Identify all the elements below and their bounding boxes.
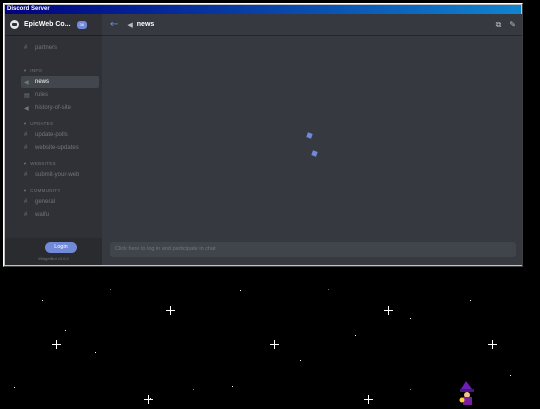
channel-label: website-updates <box>35 145 79 151</box>
hash-icon: # <box>24 172 28 178</box>
channel-label: update-polls <box>35 132 68 138</box>
sidebar-item-history-of-site[interactable]: ◀ history-of-site <box>21 102 99 114</box>
login-area: Login WidgetBot v3.0.0 <box>5 238 102 265</box>
sidebar-item-news[interactable]: ◀ news <box>21 76 99 88</box>
hash-icon: # <box>24 199 28 205</box>
megaphone-icon: ◀ <box>127 20 133 29</box>
sidebar-item-partners[interactable]: # partners <box>21 42 99 54</box>
category-label: INFO <box>30 67 43 73</box>
pin-icon[interactable]: ✎ <box>509 20 516 30</box>
threads-icon[interactable]: ⧉ <box>496 20 502 30</box>
sidebar-item-submit-your-web[interactable]: # submit-your-web <box>21 169 99 181</box>
megaphone-icon: ◀ <box>24 79 29 86</box>
category-label: COMMUNITY <box>30 187 61 193</box>
star <box>193 389 194 390</box>
wizard-sprite-icon <box>457 381 477 405</box>
star <box>42 300 43 301</box>
book-icon: ▤ <box>24 92 30 99</box>
star <box>110 289 111 290</box>
channel-label: news <box>35 79 50 85</box>
star <box>328 289 329 290</box>
channel-label: history-of-site <box>35 105 72 111</box>
channel-header: ← ◀ news ⧉ ✎ <box>102 14 522 35</box>
category-info[interactable]: ▼ INFO <box>5 65 102 75</box>
category-label: WEBSITES <box>30 160 56 166</box>
loading-spinner-icon <box>306 132 313 139</box>
sparkle <box>488 340 497 349</box>
sparkle <box>270 340 279 349</box>
channel-label: partners <box>35 45 58 51</box>
channel-label: waifu <box>35 212 50 218</box>
star <box>65 330 66 331</box>
channel-title: news <box>136 21 155 28</box>
server-header[interactable]: EpicWeb Co... 36 <box>5 14 102 35</box>
chat-input[interactable]: Click here to log in and participate in … <box>110 242 516 257</box>
sidebar-item-general[interactable]: # general <box>21 196 99 208</box>
login-button[interactable]: Login <box>45 242 77 253</box>
category-updates[interactable]: ▼ UPDATES <box>5 118 102 128</box>
megaphone-icon: ◀ <box>24 105 29 112</box>
channel-label: rules <box>35 92 49 98</box>
chevron-down-icon: ▼ <box>23 120 28 126</box>
category-websites[interactable]: ▼ WEBSITES <box>5 158 102 168</box>
channel-label: general <box>35 199 56 205</box>
server-name: EpicWeb Co... <box>24 21 71 28</box>
star <box>355 335 356 336</box>
star <box>240 290 241 291</box>
chevron-down-icon: ▼ <box>23 160 28 166</box>
sparkle <box>384 306 393 315</box>
loading-spinner-icon <box>311 150 318 157</box>
star <box>300 360 301 361</box>
category-label: UPDATES <box>30 120 54 126</box>
star <box>470 300 471 301</box>
sparkle <box>52 340 61 349</box>
sparkle <box>166 306 175 315</box>
category-community[interactable]: ▼ COMMUNITY <box>5 185 102 195</box>
channel-label: submit-your-web <box>35 172 80 178</box>
hash-icon: # <box>24 132 28 138</box>
hash-icon: # <box>24 212 28 218</box>
back-arrow-icon[interactable]: ← <box>110 19 118 30</box>
sidebar-item-update-polls[interactable]: # update-polls <box>21 129 99 141</box>
star <box>410 318 411 319</box>
server-logo-icon <box>10 20 19 29</box>
hash-icon: # <box>24 145 28 151</box>
discord-server-window: Discord Server EpicWeb Co... 36 # partne… <box>3 3 523 267</box>
sparkle <box>144 395 153 404</box>
window-title[interactable]: Discord Server <box>5 5 521 14</box>
sidebar-item-rules[interactable]: ▤ rules <box>21 89 99 101</box>
sparkle <box>364 395 373 404</box>
member-count-badge: 36 <box>76 20 87 29</box>
star <box>232 386 233 387</box>
chevron-down-icon: ▼ <box>23 67 28 73</box>
sidebar-item-waifu[interactable]: # waifu <box>21 209 99 221</box>
widget-version: WidgetBot v3.0.0 <box>38 256 69 261</box>
hash-icon: # <box>24 45 28 51</box>
chevron-down-icon: ▼ <box>23 187 28 193</box>
star <box>510 375 511 376</box>
star <box>95 352 96 353</box>
star <box>410 389 411 390</box>
chat-main: ← ◀ news ⧉ ✎ Click here to log in and pa… <box>102 14 522 265</box>
channel-sidebar: EpicWeb Co... 36 # partners ▼ INFO ◀ new… <box>5 14 102 265</box>
star <box>14 387 15 388</box>
sidebar-item-website-updates[interactable]: # website-updates <box>21 142 99 154</box>
